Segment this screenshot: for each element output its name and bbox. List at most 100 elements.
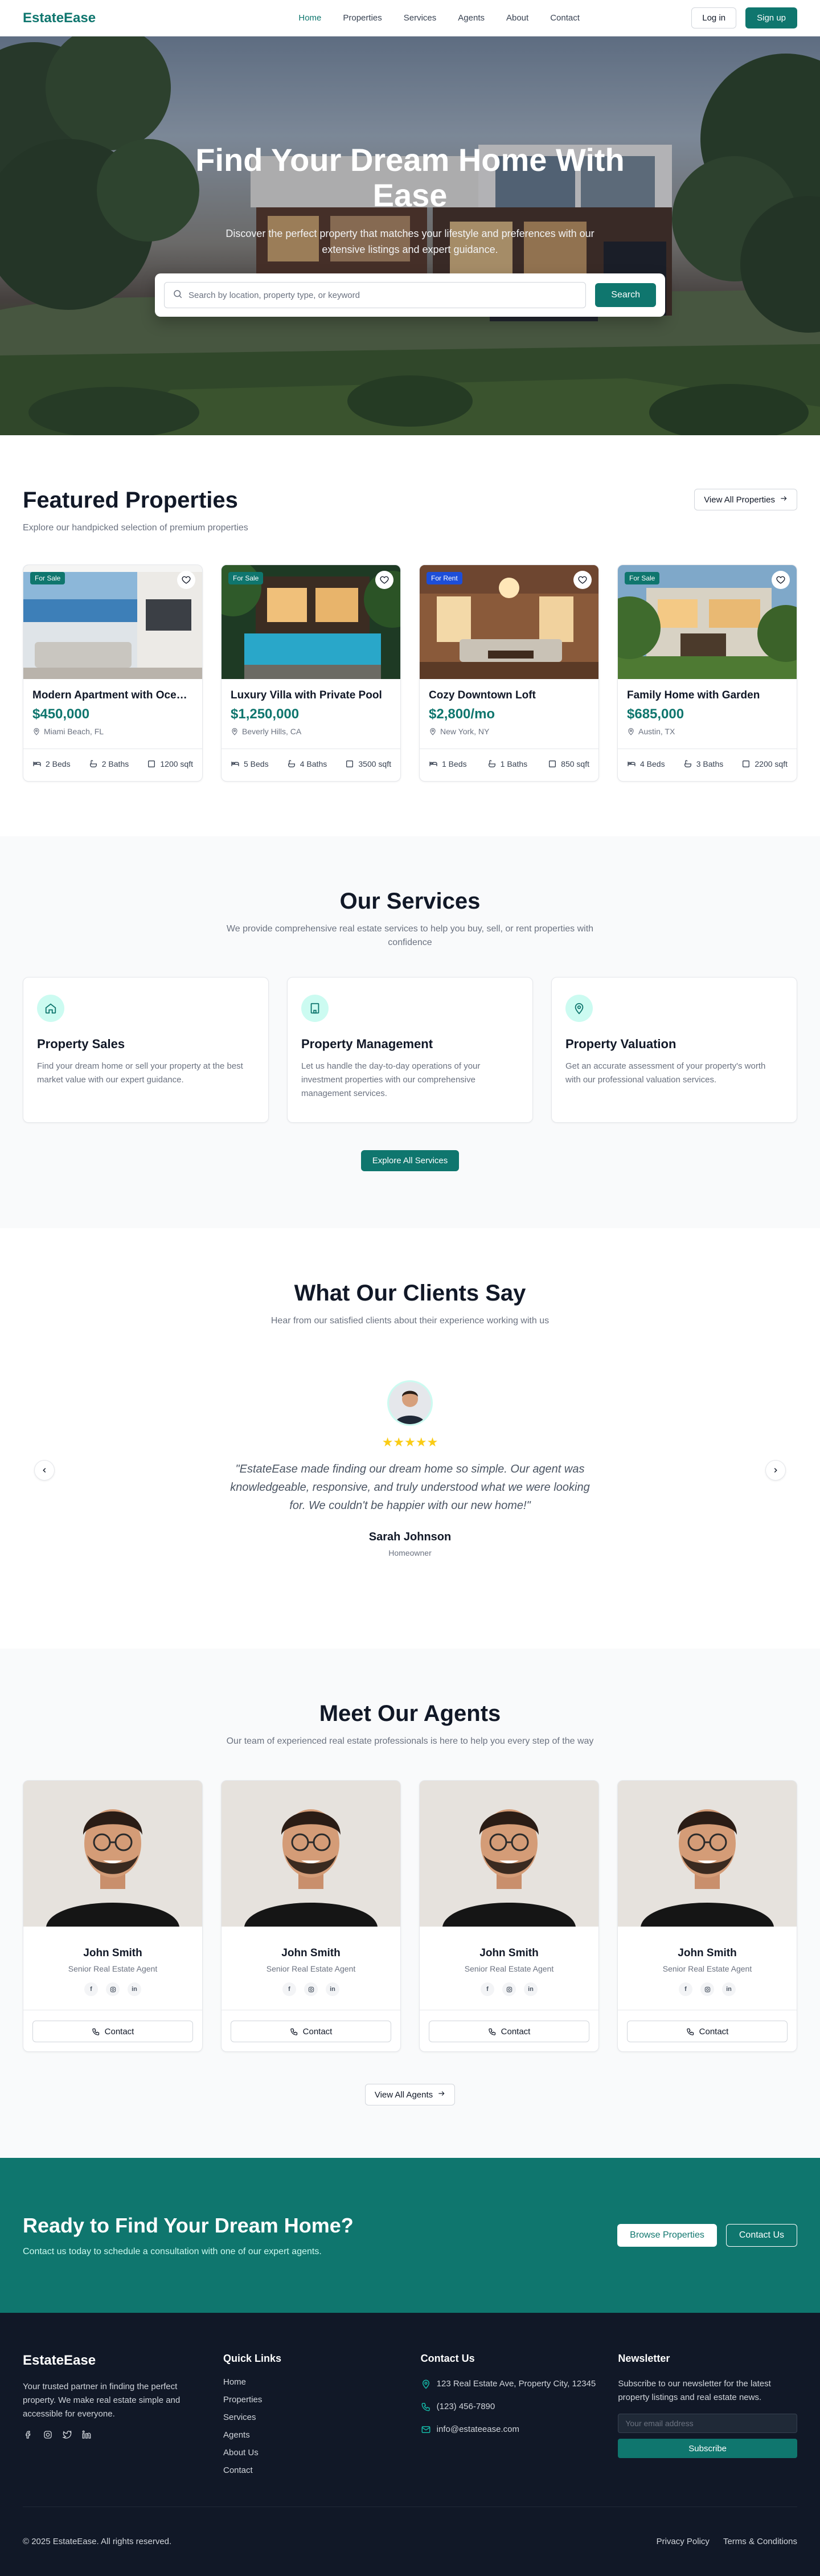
property-title[interactable]: Modern Apartment with Ocean View — [32, 689, 193, 702]
footer-phone-text[interactable]: (123) 456-7890 — [437, 2400, 495, 2414]
property-title[interactable]: Family Home with Garden — [627, 689, 788, 702]
property-title[interactable]: Luxury Villa with Private Pool — [231, 689, 391, 702]
linkedin-icon[interactable]: in — [128, 1982, 141, 1996]
newsletter-email-input[interactable] — [618, 2414, 797, 2433]
signup-button[interactable]: Sign up — [745, 7, 797, 28]
agent-card: John Smith Senior Real Estate Agent f in… — [221, 1780, 401, 2052]
nav-home[interactable]: Home — [298, 13, 321, 23]
linkedin-icon[interactable] — [81, 2429, 92, 2440]
linkedin-icon[interactable]: in — [722, 1982, 736, 1996]
nav-agents[interactable]: Agents — [458, 13, 485, 23]
quick-links-heading: Quick Links — [223, 2353, 282, 2364]
sqft-text: 3500 sqft — [358, 759, 391, 768]
search-input[interactable] — [188, 290, 578, 300]
baths-text: 3 Baths — [696, 759, 724, 768]
testimonial-slide: ★★★★★ "EstateEase made finding our dream… — [23, 1380, 797, 1557]
footer-link-about[interactable]: About Us — [223, 2448, 403, 2458]
instagram-icon[interactable] — [700, 1982, 714, 1996]
beds-text: 1 Beds — [442, 759, 467, 768]
property-status-badge: For Sale — [625, 572, 660, 584]
footer-link-contact[interactable]: Contact — [223, 2465, 403, 2475]
brand-logo[interactable]: EstateEase — [23, 10, 125, 26]
footer-logo[interactable]: EstateEase — [23, 2353, 205, 2369]
instagram-icon[interactable] — [304, 1982, 318, 1996]
property-location: Austin, TX — [627, 727, 788, 736]
agent-photo — [618, 1781, 797, 1927]
footer-link-home[interactable]: Home — [223, 2377, 403, 2387]
agent-photo — [23, 1781, 202, 1927]
contact-agent-button[interactable]: Contact — [32, 2021, 193, 2042]
phone-icon — [421, 2403, 430, 2411]
sqft-meta: 2200 sqft — [741, 759, 788, 768]
footer-email: info@estateease.com — [421, 2423, 600, 2436]
agent-card: John Smith Senior Real Estate Agent f in… — [419, 1780, 599, 2052]
contact-agent-button[interactable]: Contact — [231, 2021, 391, 2042]
beds-meta: 2 Beds — [32, 759, 71, 768]
facebook-icon[interactable]: f — [481, 1982, 494, 1996]
property-meta: 5 Beds 4 Baths 3500 sqft — [222, 749, 400, 781]
agents-subtitle: Our team of experienced real estate prof… — [226, 1736, 594, 1746]
favorite-heart-icon[interactable] — [573, 571, 592, 589]
property-card[interactable]: For Sale Family Home with Garden $685,00… — [617, 565, 797, 782]
favorite-heart-icon[interactable] — [177, 571, 195, 589]
favorite-heart-icon[interactable] — [375, 571, 393, 589]
beds-meta: 4 Beds — [627, 759, 665, 768]
subscribe-button[interactable]: Subscribe — [618, 2439, 797, 2458]
property-meta: 1 Beds 1 Baths 850 sqft — [420, 749, 598, 781]
footer-link-agents[interactable]: Agents — [223, 2430, 403, 2440]
privacy-policy-link[interactable]: Privacy Policy — [657, 2537, 710, 2546]
property-card[interactable]: For Sale Luxury Villa with Private Pool … — [221, 565, 401, 782]
cta-subtitle: Contact us today to schedule a consultat… — [23, 2247, 322, 2256]
view-all-properties-button[interactable]: View All Properties — [694, 489, 797, 510]
footer-email-text[interactable]: info@estateease.com — [437, 2423, 519, 2436]
facebook-icon[interactable] — [23, 2429, 34, 2440]
facebook-icon[interactable]: f — [84, 1982, 98, 1996]
linkedin-icon[interactable]: in — [524, 1982, 538, 1996]
view-all-agents-button[interactable]: View All Agents — [364, 2084, 456, 2105]
service-card[interactable]: Property Sales Find your dream home or s… — [23, 977, 269, 1123]
contact-us-button[interactable]: Contact Us — [725, 2224, 797, 2247]
newsletter-text: Subscribe to our newsletter for the late… — [618, 2379, 771, 2402]
instagram-icon[interactable] — [106, 1982, 120, 1996]
search-button[interactable]: Search — [595, 283, 656, 307]
hero-title: Find Your Dream Home With Ease — [195, 142, 625, 213]
property-location-text: Beverly Hills, CA — [242, 727, 302, 736]
nav-properties[interactable]: Properties — [343, 13, 382, 23]
favorite-heart-icon[interactable] — [772, 571, 790, 589]
next-testimonial-button[interactable] — [765, 1460, 786, 1481]
footer-description: Your trusted partner in finding the perf… — [23, 2382, 181, 2419]
contact-agent-button[interactable]: Contact — [627, 2021, 788, 2042]
prev-testimonial-button[interactable] — [34, 1460, 55, 1481]
twitter-icon[interactable] — [62, 2429, 73, 2440]
search-icon — [173, 289, 183, 302]
footer-link-services[interactable]: Services — [223, 2413, 403, 2422]
hero-content: Find Your Dream Home With Ease Discover … — [0, 142, 820, 317]
site-footer: EstateEase Your trusted partner in findi… — [0, 2313, 820, 2576]
login-button[interactable]: Log in — [691, 7, 737, 28]
nav-contact[interactable]: Contact — [550, 13, 580, 23]
facebook-icon[interactable]: f — [679, 1982, 692, 1996]
property-card[interactable]: For Sale Modern Apartment with Ocean Vie… — [23, 565, 203, 782]
linkedin-icon[interactable]: in — [326, 1982, 339, 1996]
service-description: Find your dream home or sell your proper… — [37, 1061, 243, 1085]
terms-link[interactable]: Terms & Conditions — [723, 2537, 797, 2546]
footer-link-properties[interactable]: Properties — [223, 2395, 403, 2405]
explore-services-button[interactable]: Explore All Services — [360, 1150, 460, 1171]
facebook-icon[interactable]: f — [282, 1982, 296, 1996]
instagram-icon[interactable] — [502, 1982, 516, 1996]
nav-services[interactable]: Services — [404, 13, 437, 23]
property-price: $685,000 — [627, 706, 684, 722]
agent-name: John Smith — [678, 1947, 737, 1959]
property-title[interactable]: Cozy Downtown Loft — [429, 689, 589, 702]
property-status-badge: For Sale — [228, 572, 264, 584]
service-card[interactable]: Property Management Let us handle the da… — [287, 977, 533, 1123]
agent-role: Senior Real Estate Agent — [662, 1964, 752, 1973]
property-card[interactable]: For Rent Cozy Downtown Loft $2,800/mo Ne… — [419, 565, 599, 782]
browse-properties-button[interactable]: Browse Properties — [617, 2224, 717, 2247]
instagram-icon[interactable] — [42, 2429, 54, 2440]
contact-agent-button[interactable]: Contact — [429, 2021, 589, 2042]
property-price: $2,800/mo — [429, 706, 495, 722]
service-card[interactable]: Property Valuation Get an accurate asses… — [551, 977, 797, 1123]
nav-about[interactable]: About — [506, 13, 528, 23]
arrow-right-icon — [437, 2090, 445, 2100]
